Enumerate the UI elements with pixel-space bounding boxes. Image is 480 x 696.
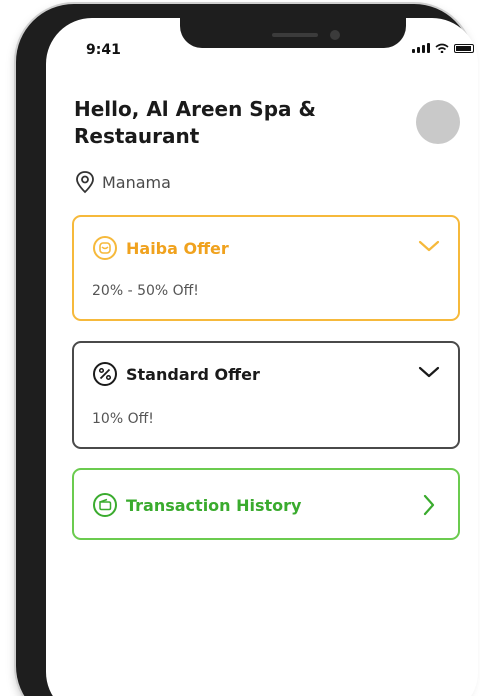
avatar[interactable] bbox=[416, 100, 460, 144]
speaker-grille bbox=[272, 33, 318, 37]
haiba-offer-header[interactable]: Haiba Offer bbox=[92, 235, 229, 261]
transaction-history-header[interactable]: Transaction History bbox=[92, 492, 301, 518]
haiba-offer-title: Haiba Offer bbox=[126, 238, 229, 258]
transaction-history-label: Transaction History bbox=[126, 495, 302, 515]
cellular-signal-icon bbox=[412, 43, 430, 53]
standard-offer-header[interactable]: Standard Offer bbox=[92, 361, 260, 387]
location-label: Manama bbox=[102, 172, 171, 192]
wifi-icon bbox=[435, 43, 449, 53]
battery-icon bbox=[454, 44, 474, 53]
standard-offer-detail: 10% Off! bbox=[92, 411, 154, 427]
chevron-down-icon[interactable] bbox=[418, 239, 440, 253]
phone-notch bbox=[180, 18, 406, 48]
phone-frame: 9:41 Hello, Al Areen Spa & Restaurant Ma… bbox=[16, 4, 478, 696]
chevron-down-icon[interactable] bbox=[418, 365, 440, 379]
haiba-logo-icon bbox=[93, 236, 117, 260]
wallet-icon bbox=[93, 493, 117, 517]
chevron-right-icon[interactable] bbox=[422, 494, 436, 516]
phone-screen: 9:41 Hello, Al Areen Spa & Restaurant Ma… bbox=[46, 18, 478, 696]
location-pin-icon bbox=[76, 171, 94, 194]
haiba-offer-card[interactable]: Haiba Offer 20% - 50% Off! bbox=[72, 215, 460, 321]
transaction-history-button[interactable]: Transaction History bbox=[72, 468, 460, 540]
status-icons bbox=[412, 43, 474, 53]
standard-offer-card[interactable]: Standard Offer 10% Off! bbox=[72, 341, 460, 449]
status-time: 9:41 bbox=[86, 42, 121, 58]
front-camera bbox=[330, 30, 340, 40]
app-mockup: 9:41 Hello, Al Areen Spa & Restaurant Ma… bbox=[0, 0, 480, 696]
percent-icon bbox=[93, 362, 117, 386]
standard-offer-title: Standard Offer bbox=[126, 364, 260, 384]
location-row: Manama bbox=[74, 170, 171, 194]
haiba-offer-detail: 20% - 50% Off! bbox=[92, 283, 199, 299]
greeting-title: Hello, Al Areen Spa & Restaurant bbox=[74, 97, 316, 148]
